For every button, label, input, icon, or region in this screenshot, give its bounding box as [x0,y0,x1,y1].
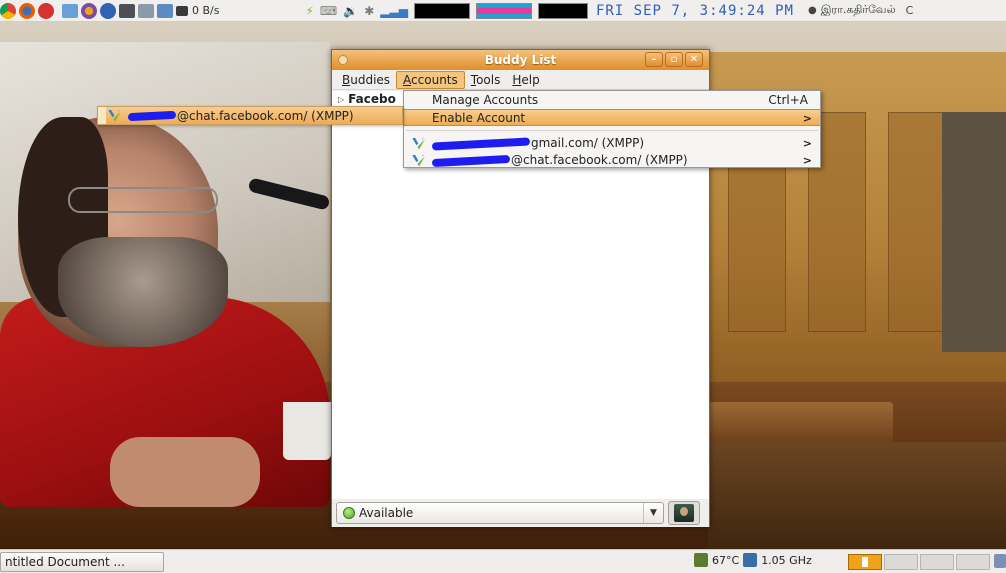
photo-icon[interactable] [138,3,154,18]
disk-graph[interactable] [537,2,588,19]
xmpp-icon [108,110,122,122]
enable-account-label: Enable Account [432,111,526,125]
redaction-scribble [127,110,177,121]
clock[interactable]: FRI SEP 7, 3:49:24 PM [596,3,794,19]
pen-icon[interactable] [62,3,78,18]
menu-accounts[interactable]: Accounts [396,70,465,89]
buddy-icon-button[interactable] [668,501,700,525]
cpu-frequency-icon [743,553,758,567]
workspace-2[interactable] [884,554,918,570]
maximize-button[interactable]: ▫ [665,52,683,67]
music-icon[interactable] [38,2,54,19]
xmpp-icon [412,138,426,150]
pidgin-icon[interactable] [81,2,97,19]
window-titlebar[interactable]: Buddy List – ▫ ✕ [332,50,709,70]
chrome-icon[interactable] [0,2,16,19]
available-status-icon [343,507,355,519]
signal-icon[interactable]: ▂▃▅ [380,4,408,18]
session-glyph[interactable]: C [906,4,914,17]
enable-account-item[interactable]: Enable Account > [404,109,820,126]
submenu-arrow-icon: > [802,137,812,150]
network-monitor-icon[interactable] [176,5,188,16]
memory-graph[interactable] [475,2,532,19]
temperature-icon [694,553,708,567]
keyboard-icon[interactable]: ⌨ [320,4,337,18]
bluetooth-icon[interactable]: ✱ [364,4,374,18]
chevron-down-icon[interactable]: ▼ [643,503,663,523]
avatar [674,504,694,522]
workspace-1[interactable] [848,554,882,570]
power-icon[interactable]: ⚡ [305,4,313,18]
account-item-gmail[interactable]: gmail.com/ (XMPP) > [404,135,820,152]
chat-status-icon: ● [807,5,817,16]
submenu-arrow-icon: > [802,112,812,125]
account-item-facebook[interactable]: @chat.facebook.com/ (XMPP) > [404,152,820,169]
user-menu[interactable]: ● இரா.கதிர்வேல் [808,3,896,18]
user-name: இரா.கதிர்வேல் [820,3,896,16]
workspace-switcher [848,554,990,570]
disabled-account-label: @chat.facebook.com/ (XMPP) [177,108,354,123]
status-bar: Available ▼ [332,499,709,527]
menu-separator [406,130,818,131]
cpu-frequency-readout: 1.05 GHz [761,553,812,567]
workspace-3[interactable] [920,554,954,570]
minimize-button[interactable]: – [645,52,663,67]
expander-triangle-icon[interactable]: ▷ [338,95,344,104]
temperature-readout: 67°C [712,553,740,567]
monitor-icon[interactable] [119,3,135,18]
wallpaper-window [942,112,1006,352]
submenu-arrow-icon: > [802,154,812,167]
accounts-menu: Manage Accounts Ctrl+A Enable Account > … [403,90,821,168]
sensors-applet: 67°C 1.05 GHz [694,553,812,567]
redaction-scribble [431,154,511,167]
close-button[interactable]: ✕ [685,52,703,67]
trash-icon[interactable] [994,554,1006,568]
redaction-scribble [431,136,531,151]
status-label: Available [359,506,414,520]
account-label: @chat.facebook.com/ (XMPP) [511,153,688,167]
status-selector[interactable]: Available ▼ [336,502,664,524]
account-label: gmail.com/ (XMPP) [531,136,645,150]
wallpaper-desk-top [708,402,893,442]
wallpaper-speaker [0,107,330,507]
manage-accounts-label: Manage Accounts [432,93,539,107]
network-speed: 0 B/s [192,4,220,17]
manage-accounts-item[interactable]: Manage Accounts Ctrl+A [404,92,820,109]
system-tray: ⚡ ⌨ 🔉 ✱ ▂▃▅ [305,2,588,19]
enable-account-submenu: @chat.facebook.com/ (XMPP) [97,106,403,125]
window-controls: – ▫ ✕ [645,52,703,67]
disabled-account-item[interactable]: @chat.facebook.com/ (XMPP) [106,107,402,124]
bottom-panel: ntitled Document ... 67°C 1.05 GHz [0,549,1006,573]
menu-tools[interactable]: Tools [465,72,507,88]
menu-help[interactable]: Help [506,72,545,88]
cpu-graph[interactable] [413,2,470,19]
workspace-4[interactable] [956,554,990,570]
xmpp-icon [412,155,426,167]
buddy-group-label: Facebo [348,92,396,106]
menu-buddies[interactable]: Buddies [336,72,396,88]
top-panel: 0 B/s ⚡ ⌨ 🔉 ✱ ▂▃▅ FRI SEP 7, 3:49:24 PM … [0,0,1006,22]
messenger-icon[interactable] [100,2,116,19]
edit-icon[interactable] [157,3,173,18]
volume-icon[interactable]: 🔉 [343,4,358,18]
wallpaper-cup [283,402,331,460]
taskbar-item-document[interactable]: ntitled Document ... [0,551,164,572]
wallpaper-floor [708,442,1006,549]
menubar: Buddies Accounts Tools Help [332,70,709,90]
manage-accounts-shortcut: Ctrl+A [768,93,808,107]
firefox-icon[interactable] [19,2,35,19]
